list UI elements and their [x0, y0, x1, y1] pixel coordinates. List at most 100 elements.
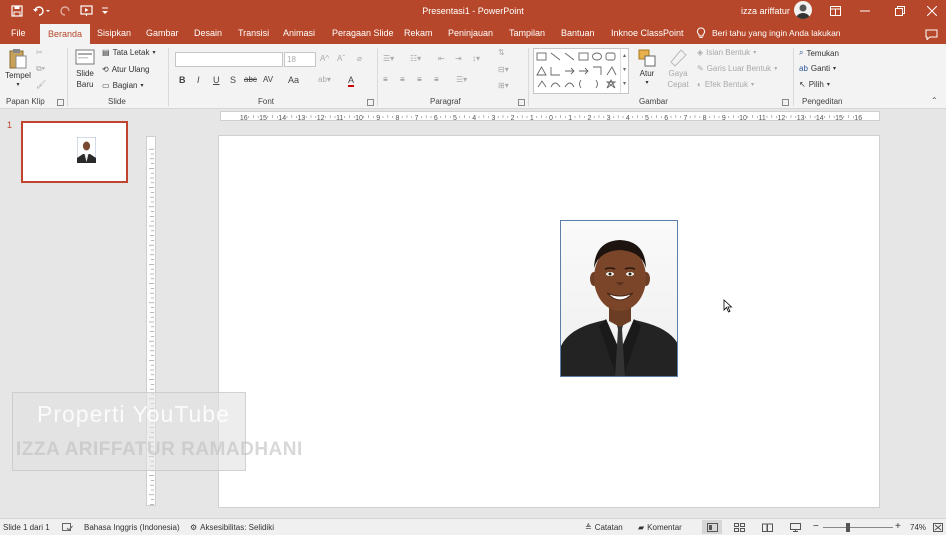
- columns-icon[interactable]: ☰▾: [456, 75, 467, 84]
- clipboard-launcher-icon[interactable]: [57, 99, 64, 106]
- tab-record[interactable]: Rekam: [404, 22, 433, 44]
- align-text-icon[interactable]: ⊟▾: [498, 65, 509, 74]
- collapse-ribbon-icon[interactable]: ⌃: [931, 96, 938, 105]
- line-spacing-icon[interactable]: ↕▾: [472, 54, 480, 63]
- tab-draw[interactable]: Gambar: [146, 22, 179, 44]
- normal-view-icon[interactable]: [702, 520, 722, 534]
- tab-slideshow[interactable]: Peragaan Slide: [332, 22, 394, 44]
- redo-icon[interactable]: [58, 3, 74, 19]
- svg-text:6: 6: [664, 115, 668, 121]
- replace-button[interactable]: ab Ganti ▾: [799, 64, 836, 73]
- decrease-font-icon[interactable]: Aˇ: [337, 54, 345, 63]
- svg-text:11: 11: [336, 115, 343, 121]
- font-launcher-icon[interactable]: [367, 99, 374, 106]
- reset-button[interactable]: ⟲ Atur Ulang: [102, 65, 150, 74]
- smartart-icon[interactable]: ⊞▾: [498, 81, 509, 90]
- accessibility-status[interactable]: ⚙ Aksesibilitas: Selidiki: [190, 523, 274, 532]
- quick-styles-button[interactable]: Gaya Cepat: [664, 48, 692, 90]
- tell-me-search[interactable]: Beri tahu yang ingin Anda lakukan: [696, 22, 841, 44]
- select-button[interactable]: ↖ Pilih ▾: [799, 80, 830, 89]
- group-label-slides: Slide: [108, 97, 126, 106]
- strikethrough-button[interactable]: abc: [244, 75, 257, 84]
- align-center-icon[interactable]: ≡: [400, 75, 405, 84]
- shape-effects-button[interactable]: ◐ Efek Bentuk ▾: [697, 80, 754, 89]
- svg-text:2: 2: [587, 115, 591, 121]
- decrease-indent-icon[interactable]: ⇤: [438, 54, 445, 63]
- layout-button[interactable]: ▤ Tata Letak ▾: [102, 48, 156, 57]
- watermark-line-2: IZZA ARIFFATUR RAMADHANI: [16, 439, 303, 460]
- paste-button[interactable]: Tempel ▾: [5, 48, 31, 88]
- tab-classpoint[interactable]: Inknoe ClassPoint: [611, 22, 684, 44]
- svg-text:8: 8: [703, 115, 707, 121]
- align-left-icon[interactable]: ≡: [383, 75, 388, 84]
- zoom-level[interactable]: 74%: [910, 523, 926, 532]
- cut-icon[interactable]: ✂: [36, 48, 43, 57]
- tab-transitions[interactable]: Transisi: [238, 22, 269, 44]
- tab-home[interactable]: Beranda: [40, 24, 91, 44]
- customize-qat-icon[interactable]: [99, 3, 111, 19]
- tab-insert[interactable]: Sisipkan: [97, 22, 131, 44]
- font-color-button[interactable]: A: [348, 75, 355, 87]
- zoom-slider[interactable]: [823, 527, 893, 528]
- zoom-out-button[interactable]: −: [813, 521, 819, 532]
- arrange-button[interactable]: Atur ▾: [636, 48, 658, 86]
- comments-button[interactable]: ▰ Komentar: [638, 523, 682, 532]
- format-painter-icon[interactable]: 🖌: [36, 80, 46, 89]
- increase-indent-icon[interactable]: ⇥: [455, 54, 462, 63]
- increase-font-icon[interactable]: A^: [320, 54, 329, 63]
- close-icon[interactable]: [925, 3, 939, 19]
- tab-help[interactable]: Bantuan: [561, 22, 595, 44]
- tab-design[interactable]: Desain: [194, 22, 222, 44]
- text-direction-icon[interactable]: ⇅: [498, 48, 505, 57]
- tab-animations[interactable]: Animasi: [283, 22, 315, 44]
- tab-file[interactable]: File: [11, 22, 26, 44]
- tab-view[interactable]: Tampilan: [509, 22, 545, 44]
- fit-to-window-icon[interactable]: [933, 523, 943, 532]
- reading-view-icon[interactable]: [762, 523, 773, 532]
- bullets-icon[interactable]: ☰▾: [383, 54, 394, 63]
- language-status[interactable]: Bahasa Inggris (Indonesia): [84, 523, 180, 532]
- zoom-slider-thumb[interactable]: [846, 523, 850, 532]
- shape-outline-button[interactable]: ✎ Garis Luar Bentuk ▾: [697, 64, 777, 73]
- svg-text:12: 12: [778, 115, 786, 121]
- shadow-button[interactable]: S: [230, 75, 236, 85]
- tab-review[interactable]: Peninjauan: [448, 22, 493, 44]
- find-button[interactable]: ⌕ Temukan: [799, 48, 839, 58]
- copy-icon[interactable]: ⧉▾: [36, 64, 45, 74]
- highlight-icon[interactable]: ab▾: [318, 75, 331, 84]
- notes-button[interactable]: ≜ Catatan: [585, 523, 623, 532]
- drawing-launcher-icon[interactable]: [782, 99, 789, 106]
- section-button[interactable]: ▭ Bagian ▾: [102, 81, 144, 90]
- zoom-in-button[interactable]: +: [895, 521, 901, 532]
- char-spacing-button[interactable]: AV: [263, 75, 273, 84]
- portrait-photo[interactable]: [560, 220, 678, 377]
- bold-button[interactable]: B: [179, 75, 186, 85]
- shapes-gallery[interactable]: ▴ ▾ ▾: [533, 48, 629, 94]
- font-name-combo[interactable]: [175, 52, 283, 67]
- save-icon[interactable]: [8, 3, 26, 19]
- undo-icon[interactable]: [30, 3, 54, 19]
- align-right-icon[interactable]: ≡: [417, 75, 422, 84]
- shape-fill-button[interactable]: ◈ Isian Bentuk ▾: [697, 48, 756, 57]
- start-slideshow-icon[interactable]: [78, 3, 94, 19]
- restore-icon[interactable]: [893, 3, 907, 19]
- new-slide-button[interactable]: Slide Baru: [72, 48, 98, 90]
- avatar[interactable]: [794, 1, 812, 19]
- spellcheck-icon[interactable]: [62, 523, 73, 532]
- user-name[interactable]: izza ariffatur: [741, 6, 790, 16]
- italic-button[interactable]: I: [197, 75, 200, 85]
- minimize-icon[interactable]: [858, 3, 872, 19]
- slide-thumbnail[interactable]: [21, 121, 128, 183]
- clear-formatting-icon[interactable]: ⌀: [357, 54, 362, 63]
- justify-icon[interactable]: ≡: [434, 75, 439, 84]
- slide-canvas[interactable]: [218, 135, 880, 508]
- share-comment-icon[interactable]: [923, 26, 939, 42]
- paragraph-launcher-icon[interactable]: [518, 99, 525, 106]
- slideshow-view-icon[interactable]: [790, 523, 801, 532]
- change-case-button[interactable]: Aa: [288, 75, 299, 85]
- font-size-combo[interactable]: 18: [284, 52, 316, 67]
- ribbon-display-options-icon[interactable]: [828, 3, 842, 19]
- numbering-icon[interactable]: ☷▾: [410, 54, 421, 63]
- underline-button[interactable]: U: [213, 75, 220, 85]
- slide-sorter-icon[interactable]: [734, 523, 745, 532]
